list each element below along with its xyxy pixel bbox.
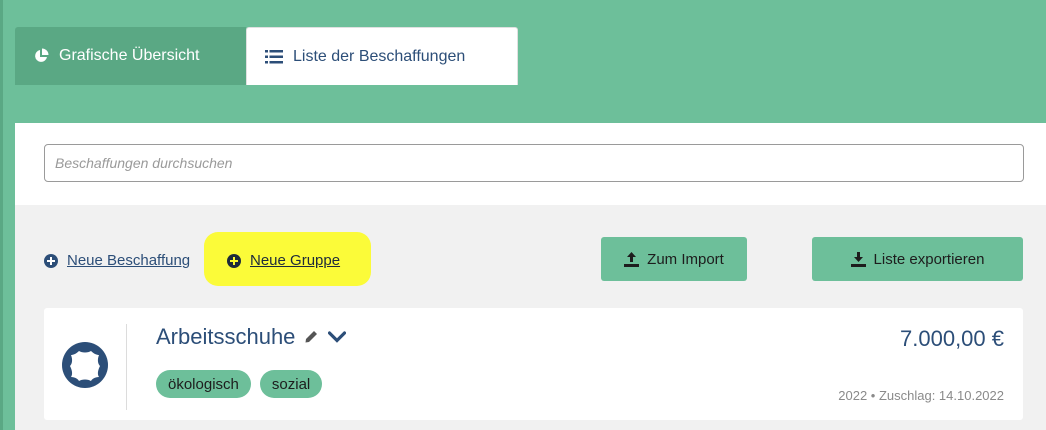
card-title[interactable]: Arbeitsschuhe (156, 324, 295, 350)
list-icon (265, 49, 283, 64)
tag-list: ökologisch sozial (156, 370, 323, 398)
new-group-link[interactable]: Neue Gruppe (227, 252, 340, 269)
tab-label: Grafische Übersicht (59, 47, 200, 64)
left-border (0, 0, 3, 430)
export-button-label: Liste exportieren (873, 250, 985, 268)
download-icon (850, 251, 866, 267)
tab-label: Liste der Beschaffungen (293, 47, 466, 65)
card-meta: 2022 • Zuschlag: 14.10.2022 (838, 388, 1004, 403)
plus-circle-icon (44, 253, 58, 268)
card-icon-area (44, 324, 127, 410)
tag: ökologisch (156, 370, 251, 398)
view-tabs: Grafische Übersicht Liste der Beschaffun… (15, 27, 518, 85)
procurement-card[interactable]: Arbeitsschuhe ökologisch sozial 7.000,00… (44, 308, 1023, 420)
tab-graphical-overview[interactable]: Grafische Übersicht (15, 27, 246, 85)
pencil-icon[interactable] (304, 330, 318, 344)
search-input[interactable] (44, 144, 1024, 182)
new-procurement-label: Neue Beschaffung (67, 252, 191, 269)
tag: sozial (259, 370, 323, 398)
card-price: 7.000,00 € (900, 326, 1004, 351)
upload-icon (624, 251, 640, 267)
card-title-row: Arbeitsschuhe (156, 324, 347, 350)
chevron-down-icon[interactable] (328, 331, 347, 343)
import-button-label: Zum Import (647, 250, 724, 268)
import-button[interactable]: Zum Import (601, 237, 747, 281)
actions-row: Neue Beschaffung Neue Gruppe Zum Import (15, 205, 1046, 305)
pie-chart-icon (33, 48, 49, 64)
leather-icon (62, 341, 108, 393)
list-panel: Neue Beschaffung Neue Gruppe Zum Import (15, 205, 1046, 430)
new-group-label: Neue Gruppe (250, 252, 341, 269)
plus-circle-icon (227, 253, 241, 268)
search-panel (15, 123, 1046, 205)
tab-procurement-list[interactable]: Liste der Beschaffungen (246, 27, 518, 85)
new-procurement-link[interactable]: Neue Beschaffung (44, 252, 190, 269)
export-button[interactable]: Liste exportieren (812, 237, 1023, 281)
